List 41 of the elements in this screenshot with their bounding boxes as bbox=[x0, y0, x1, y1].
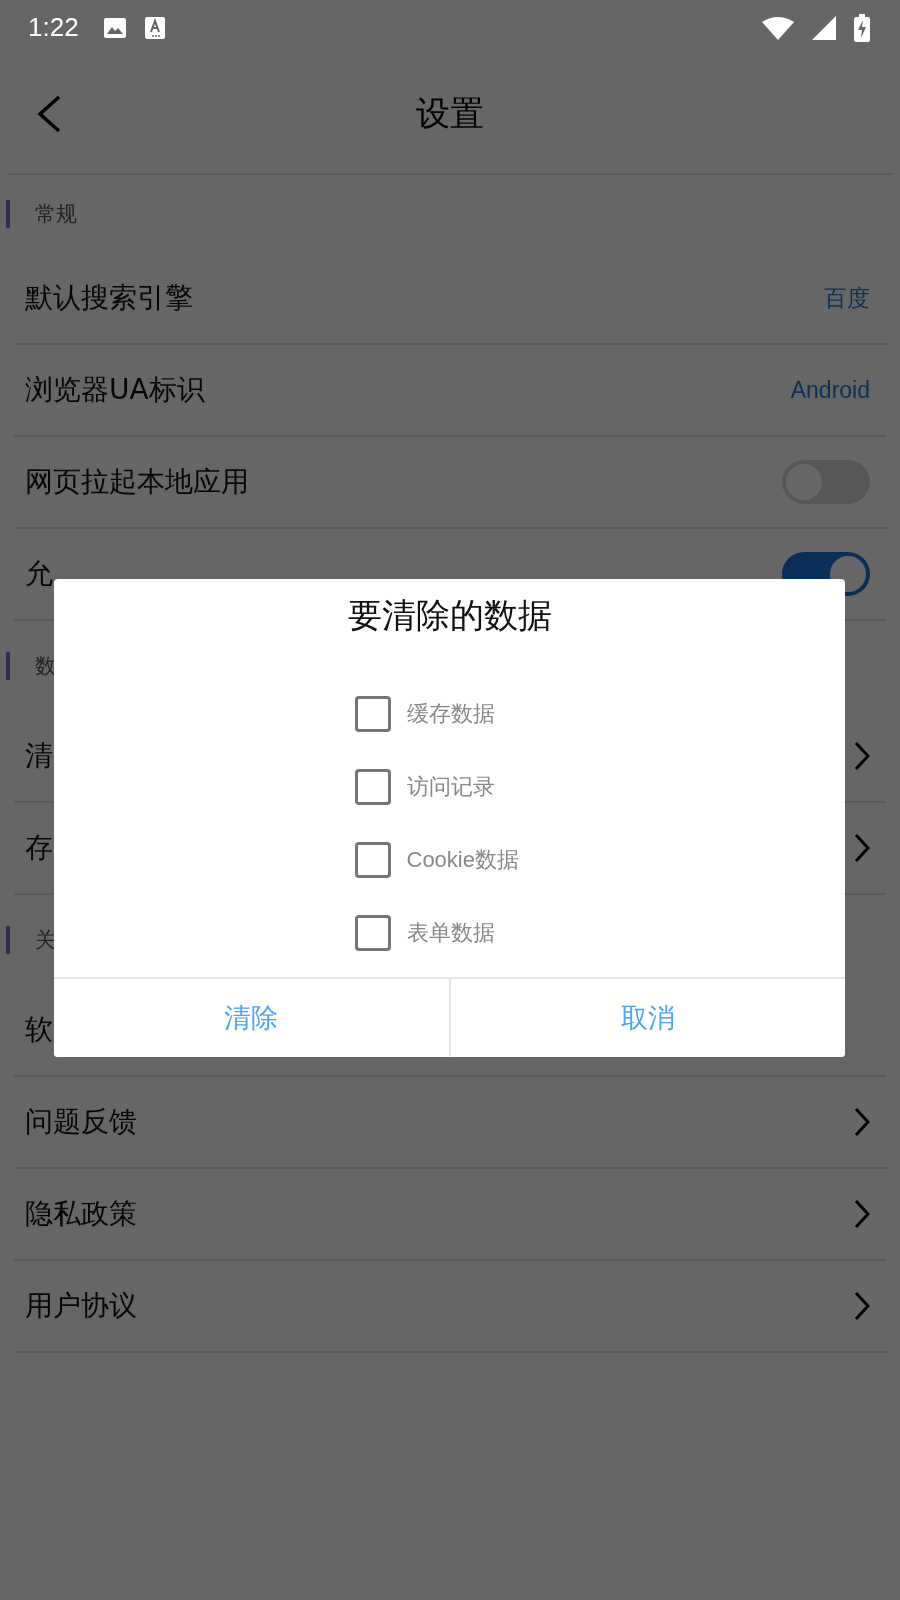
dialog-title: 要清除的数据 bbox=[346, 594, 553, 637]
option-label: 缓存数据 bbox=[406, 699, 495, 728]
chevron-right-icon[interactable] bbox=[854, 833, 870, 863]
status-time: 1:22 bbox=[28, 12, 79, 43]
setting-label: 问题反馈 bbox=[25, 1104, 137, 1140]
setting-value[interactable]: Android bbox=[790, 376, 870, 404]
dialog-button[interactable]: 取消 bbox=[448, 979, 845, 1057]
setting-value[interactable]: 百度 bbox=[824, 282, 870, 314]
setting-label: 隐私政策 bbox=[25, 1196, 137, 1232]
section-marker bbox=[6, 926, 10, 954]
chevron-right-icon[interactable] bbox=[854, 1291, 870, 1321]
checkbox[interactable] bbox=[354, 841, 391, 878]
section-marker bbox=[6, 200, 10, 228]
chevron-right-icon[interactable] bbox=[854, 1107, 870, 1137]
checkbox[interactable] bbox=[354, 695, 391, 732]
section-title: 关 bbox=[35, 927, 56, 954]
battery-icon bbox=[854, 13, 870, 42]
font-icon bbox=[144, 16, 165, 39]
section-title: 常规 bbox=[35, 201, 77, 228]
chevron-right-icon[interactable] bbox=[854, 741, 870, 771]
checkbox[interactable] bbox=[354, 768, 391, 805]
option-label: 表单数据 bbox=[406, 918, 495, 947]
setting-label: 浏览器UA标识 bbox=[25, 372, 205, 408]
signal-icon bbox=[812, 15, 836, 40]
setting-label: 默认搜索引擎 bbox=[25, 280, 193, 316]
section-title: 数 bbox=[35, 653, 56, 680]
back-icon[interactable] bbox=[36, 95, 62, 133]
checkbox[interactable] bbox=[354, 914, 391, 951]
option-label: 访问记录 bbox=[406, 772, 495, 801]
chevron-right-icon[interactable] bbox=[854, 1199, 870, 1229]
setting-label: 网页拉起本地应用 bbox=[25, 464, 249, 500]
page-title: 设置 bbox=[416, 92, 484, 135]
setting-label: 软 bbox=[25, 1012, 53, 1048]
setting-label: 清 bbox=[25, 738, 53, 774]
option-label: Cookie数据 bbox=[406, 845, 519, 874]
setting-label: 用户协议 bbox=[25, 1288, 137, 1324]
image-icon bbox=[102, 16, 127, 39]
setting-label: 存 bbox=[25, 830, 53, 866]
setting-label: 允 bbox=[25, 556, 53, 592]
section-marker bbox=[6, 652, 10, 680]
wifi-icon bbox=[762, 15, 794, 40]
